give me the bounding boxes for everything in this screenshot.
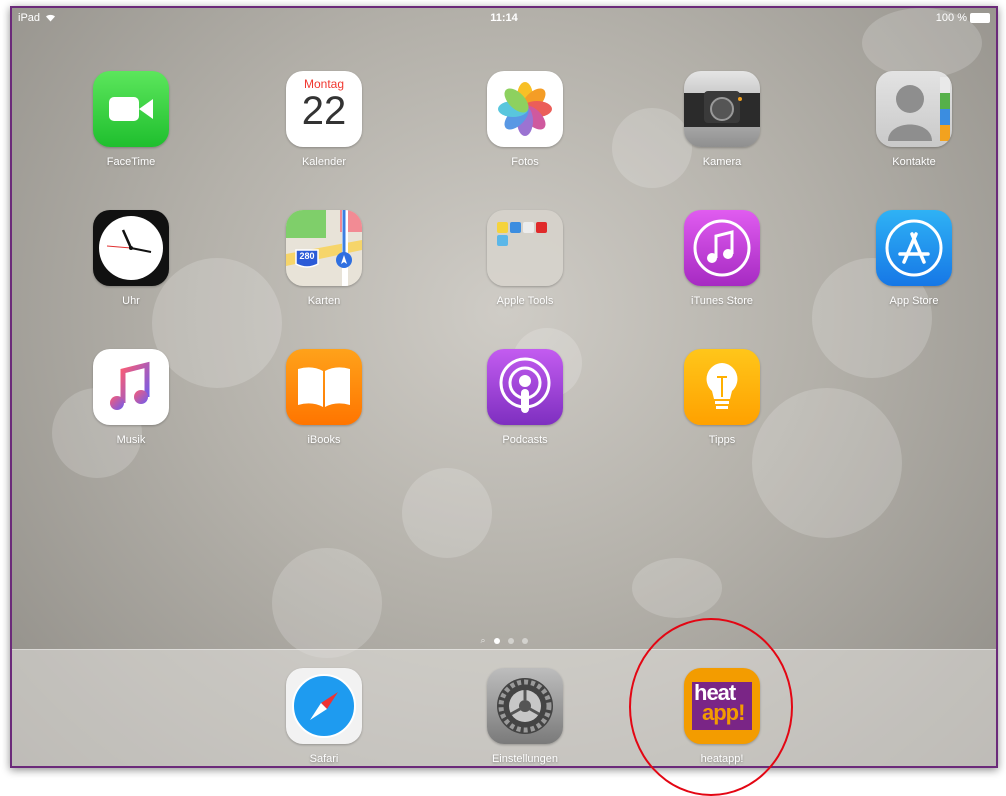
folder-apple-tools[interactable]: Apple Tools bbox=[470, 210, 580, 307]
app-label: Karten bbox=[307, 295, 341, 307]
settings-icon bbox=[487, 668, 563, 744]
app-kalender[interactable]: Montag 22 Kalender bbox=[269, 71, 379, 168]
app-label: Musik bbox=[116, 434, 146, 446]
status-bar: iPad 11:14 100 % bbox=[12, 8, 996, 28]
podcasts-icon bbox=[487, 349, 563, 425]
app-label: Tipps bbox=[708, 434, 736, 446]
page-indicator[interactable]: ⌕ bbox=[12, 635, 996, 646]
contacts-icon bbox=[876, 71, 952, 147]
ipad-screen: iPad 11:14 100 % FaceTime Montag 22 Kale… bbox=[10, 6, 998, 768]
app-label: Apple Tools bbox=[496, 295, 554, 307]
calendar-day: 22 bbox=[301, 89, 347, 133]
app-tipps[interactable]: Tipps bbox=[667, 349, 777, 446]
maps-icon: 280 bbox=[286, 210, 362, 286]
app-label: Fotos bbox=[511, 156, 539, 168]
app-label: iTunes Store bbox=[691, 295, 753, 307]
camera-icon bbox=[684, 71, 760, 147]
app-label: Kontakte bbox=[892, 156, 936, 168]
app-uhr[interactable]: Uhr bbox=[76, 210, 186, 307]
app-label: Podcasts bbox=[502, 434, 548, 446]
app-label: App Store bbox=[889, 295, 939, 307]
app-podcasts[interactable]: Podcasts bbox=[470, 349, 580, 446]
app-label: iBooks bbox=[307, 434, 341, 446]
folder-icon bbox=[487, 210, 563, 286]
spotlight-search-icon: ⌕ bbox=[480, 635, 486, 645]
dock-app-einstellungen[interactable]: Einstellungen bbox=[470, 668, 580, 765]
app-ibooks[interactable]: iBooks bbox=[269, 349, 379, 446]
app-label: Kamera bbox=[702, 156, 742, 168]
app-label: Kalender bbox=[301, 156, 347, 168]
app-fotos[interactable]: Fotos bbox=[470, 71, 580, 168]
app-kamera[interactable]: Kamera bbox=[667, 71, 777, 168]
app-karten[interactable]: 280 Karten bbox=[269, 210, 379, 307]
page-dot-active bbox=[493, 637, 500, 644]
app-itunes-store[interactable]: iTunes Store bbox=[667, 210, 777, 307]
app-app-store[interactable]: App Store bbox=[859, 210, 969, 307]
app-label: Safari bbox=[309, 753, 339, 765]
tips-icon bbox=[684, 349, 760, 425]
photos-icon bbox=[487, 71, 563, 147]
ibooks-icon bbox=[286, 349, 362, 425]
clock-icon bbox=[93, 210, 169, 286]
music-icon bbox=[93, 349, 169, 425]
dock-app-safari[interactable]: Safari bbox=[269, 668, 379, 765]
app-musik[interactable]: Musik bbox=[76, 349, 186, 446]
app-kontakte[interactable]: Kontakte bbox=[859, 71, 969, 168]
facetime-icon bbox=[93, 71, 169, 147]
app-facetime[interactable]: FaceTime bbox=[76, 71, 186, 168]
page-dot bbox=[507, 637, 514, 644]
road-sign: 280 bbox=[299, 251, 315, 261]
calendar-icon: Montag 22 bbox=[286, 71, 362, 147]
safari-icon bbox=[286, 668, 362, 744]
status-time: 11:14 bbox=[490, 12, 518, 24]
itunes-icon bbox=[684, 210, 760, 286]
battery-icon bbox=[970, 13, 990, 23]
app-label: FaceTime bbox=[106, 156, 156, 168]
app-label: Uhr bbox=[122, 295, 140, 307]
highlight-circle bbox=[629, 618, 793, 796]
page-dot bbox=[521, 637, 528, 644]
app-label: Einstellungen bbox=[491, 753, 559, 765]
status-battery: 100 % bbox=[936, 12, 990, 24]
dock: Safari Einstellungen heat app! heatapp! bbox=[12, 649, 996, 766]
appstore-icon bbox=[876, 210, 952, 286]
